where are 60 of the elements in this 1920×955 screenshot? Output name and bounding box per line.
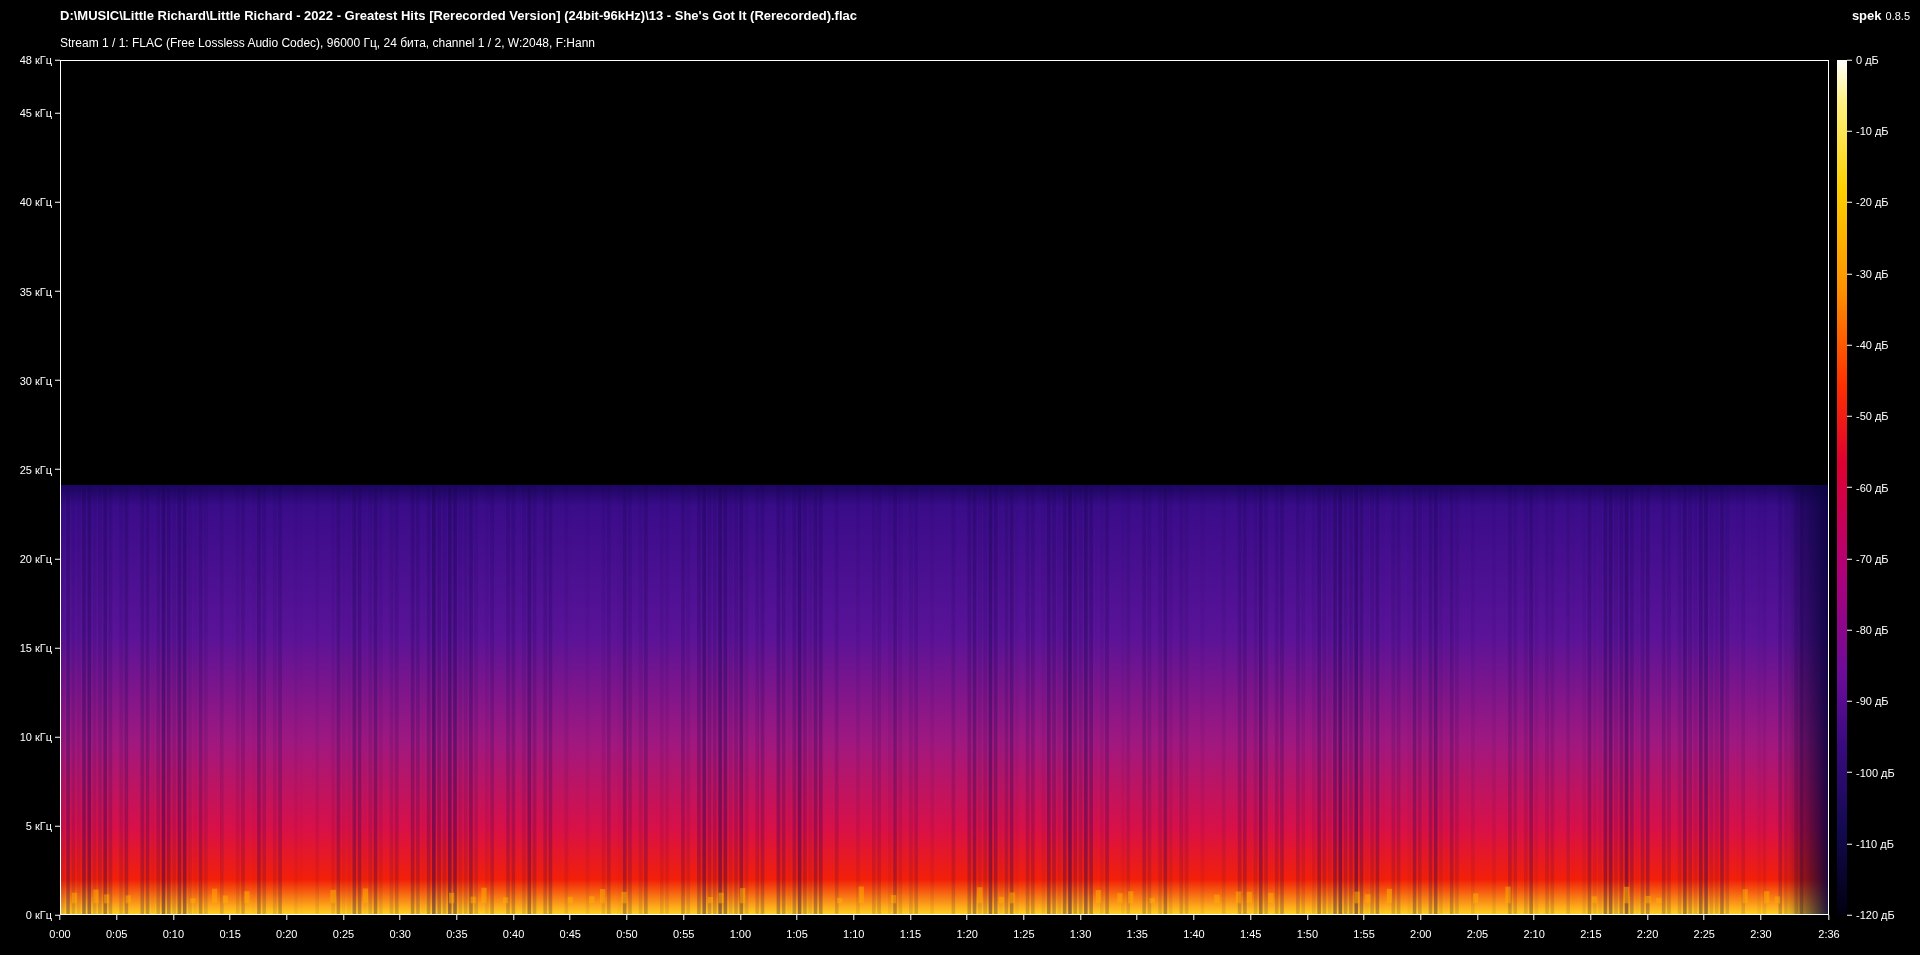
decibel-label: 0 дБ	[1856, 52, 1879, 68]
time-label: 2:20	[1636, 927, 1659, 942]
decibel-label: -70 дБ	[1856, 551, 1889, 567]
time-label: 0:25	[332, 927, 355, 942]
time-label: 2:10	[1523, 927, 1545, 942]
time-label: 1:55	[1353, 927, 1375, 942]
frequency-label: 20 кГц	[19, 551, 52, 567]
decibel-label: -10 дБ	[1856, 124, 1889, 139]
frequency-label: 30 кГц	[19, 373, 52, 389]
decibel-label: -90 дБ	[1856, 694, 1889, 709]
time-label: 1:35	[1126, 927, 1148, 942]
decibel-label: -20 дБ	[1856, 195, 1889, 211]
file-path-title: D:\MUSIC\Little Richard\Little Richard - 2022 - Greatest Hits [Rerecorded Version] (24bit-96kHz)\13 - She's Got It (Rerecorded).flac	[60, 7, 857, 25]
time-label: 1:20	[956, 927, 978, 942]
time-label: 2:30	[1750, 927, 1772, 942]
time-label: 1:00	[729, 927, 752, 942]
decibel-label: -30 дБ	[1856, 266, 1889, 282]
decibel-label: -100 дБ	[1856, 765, 1895, 781]
app-name: spek	[1851, 7, 1882, 25]
time-label: 2:25	[1693, 927, 1715, 942]
frequency-label: 5 кГц	[25, 818, 52, 834]
decibel-label: -40 дБ	[1856, 337, 1889, 353]
time-label: 0:15	[219, 927, 241, 942]
time-label: 1:30	[1069, 927, 1092, 942]
time-label: 1:25	[1013, 927, 1035, 942]
time-label: 1:40	[1183, 927, 1205, 942]
time-label: 1:45	[1239, 927, 1262, 942]
frequency-label: 10 кГц	[19, 729, 52, 745]
frequency-label: 25 кГц	[19, 462, 52, 478]
frequency-label: 48 кГц	[19, 52, 52, 68]
frequency-label: 0 кГц	[25, 907, 52, 923]
decibel-label: -110 дБ	[1856, 836, 1894, 852]
time-label: 0:30	[389, 927, 411, 942]
time-label: 0:20	[276, 927, 298, 942]
time-label: 0:40	[502, 927, 525, 942]
decibel-label: -60 дБ	[1856, 480, 1889, 496]
time-label: 0:35	[446, 927, 468, 942]
time-label: 0:55	[672, 927, 695, 942]
time-label: 1:50	[1296, 927, 1319, 942]
time-label: 0:50	[616, 927, 638, 942]
time-label: 0:00	[49, 927, 71, 942]
time-label: 1:15	[899, 927, 922, 942]
frequency-label: 40 кГц	[19, 195, 52, 211]
time-label: 2:36	[1818, 927, 1840, 942]
time-label: 1:10	[843, 927, 865, 942]
time-label: 0:05	[106, 927, 128, 942]
time-label: 2:00	[1410, 927, 1432, 942]
stream-info: Stream 1 / 1: FLAC (Free Lossless Audio Codec), 96000 Гц, 24 бита, channel 1 / 2, W:2048, F:Hann	[60, 34, 597, 52]
time-label: 0:10	[162, 927, 185, 942]
time-label: 0:45	[559, 927, 581, 942]
frequency-label: 35 кГц	[19, 284, 52, 300]
decibel-label: -80 дБ	[1856, 622, 1889, 638]
time-label: 1:05	[786, 927, 808, 942]
app-version: 0.8.5	[1885, 9, 1910, 24]
decibel-label: -120 дБ	[1856, 907, 1895, 923]
time-label: 2:15	[1580, 927, 1602, 942]
frequency-label: 45 кГц	[19, 106, 52, 122]
frequency-label: 15 кГц	[19, 640, 52, 656]
decibel-label: -50 дБ	[1856, 409, 1889, 424]
time-label: 2:05	[1466, 927, 1489, 942]
